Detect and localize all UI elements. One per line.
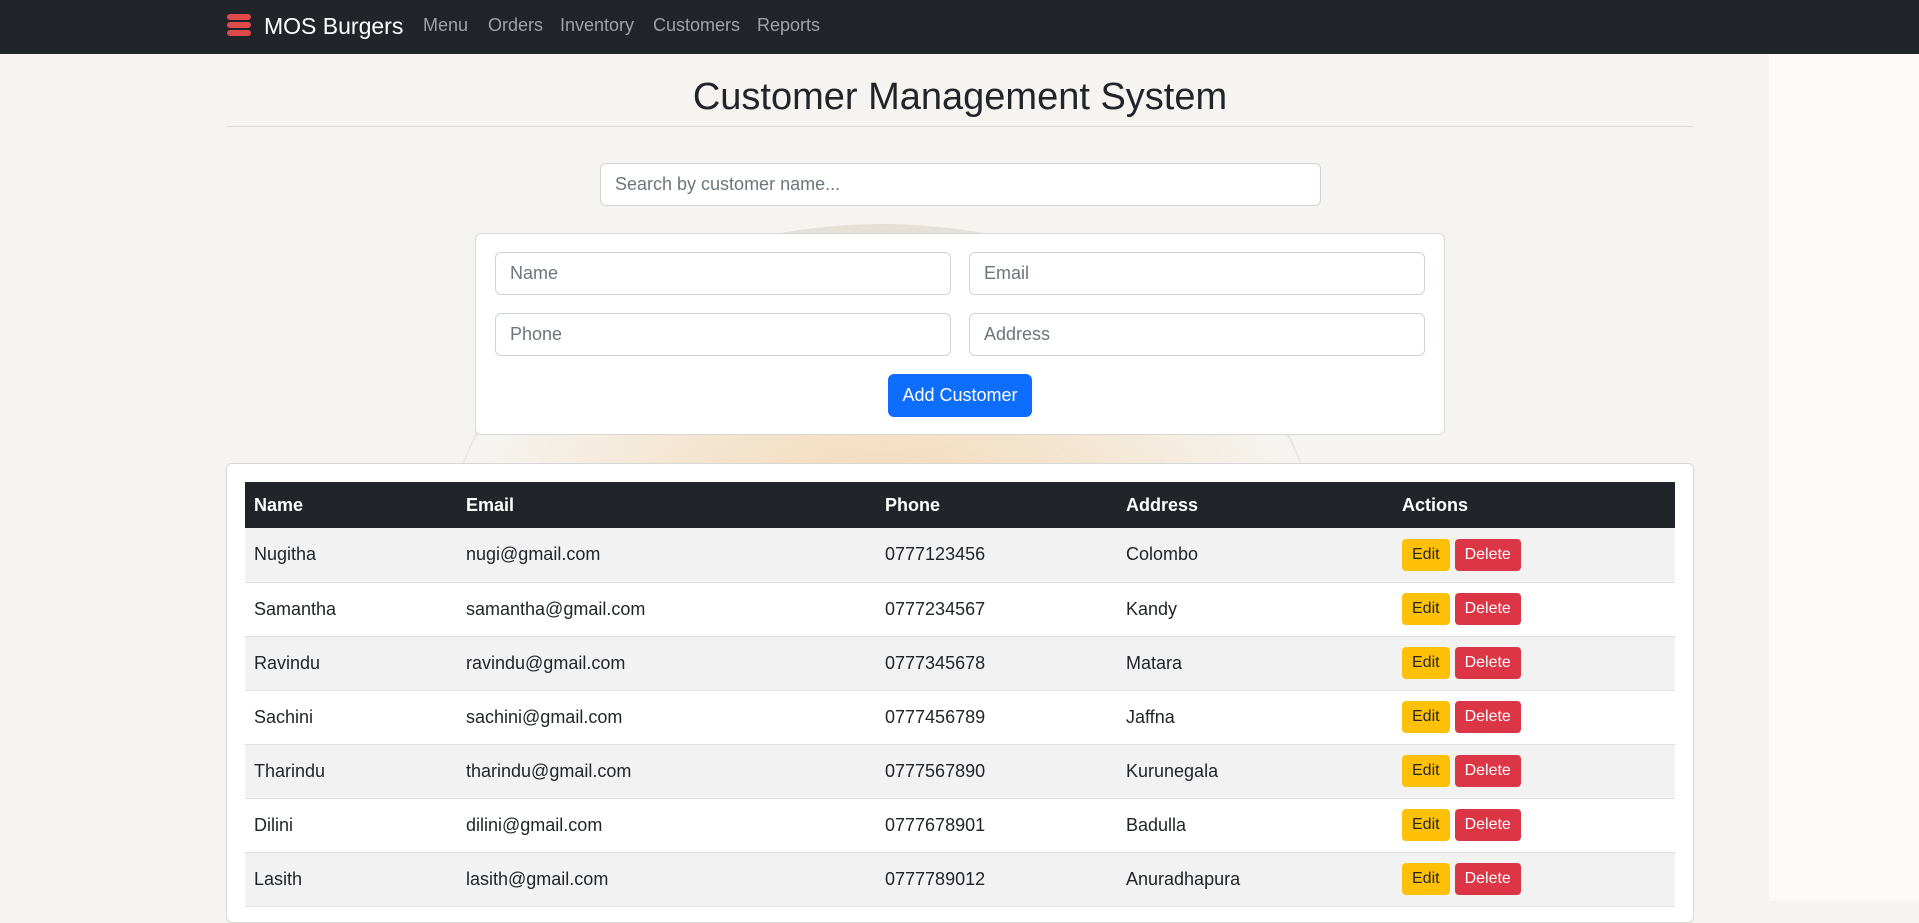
delete-button[interactable]: Delete	[1454, 647, 1521, 679]
cell-email: lasith@gmail.com	[457, 852, 876, 907]
cell-name: Samantha	[245, 582, 457, 637]
edit-button[interactable]: Edit	[1402, 538, 1450, 571]
name-field[interactable]	[495, 252, 951, 295]
edit-button[interactable]: Edit	[1402, 863, 1450, 895]
edit-button[interactable]: Edit	[1402, 593, 1450, 625]
cell-email: ravindu@gmail.com	[457, 636, 876, 691]
cell-phone: 0777234567	[876, 582, 1117, 637]
cell-address: Matara	[1117, 636, 1393, 691]
search-input[interactable]	[600, 163, 1321, 206]
delete-button[interactable]: Delete	[1454, 538, 1521, 571]
edit-button[interactable]: Edit	[1402, 755, 1450, 787]
table-row: Samantha samantha@gmail.com 0777234567 K…	[245, 582, 1675, 637]
cell-address: Kandy	[1117, 582, 1393, 637]
table-row: Lasith lasith@gmail.com 0777789012 Anura…	[245, 852, 1675, 907]
cell-email: samantha@gmail.com	[457, 582, 876, 637]
cell-name: Lasith	[245, 852, 457, 907]
cell-phone: 0777678901	[876, 798, 1117, 853]
nav-link-menu[interactable]: Menu	[423, 14, 468, 36]
edit-button[interactable]: Edit	[1402, 701, 1450, 733]
cell-phone: 0777567890	[876, 744, 1117, 799]
cell-name: Nugitha	[245, 528, 457, 583]
cell-address: Kurunegala	[1117, 744, 1393, 799]
delete-button[interactable]: Delete	[1454, 701, 1521, 733]
cell-phone: 0777345678	[876, 636, 1117, 691]
cell-actions: Edit Delete	[1393, 852, 1675, 907]
nav-link-reports[interactable]: Reports	[757, 14, 820, 36]
cell-actions: Edit Delete	[1393, 636, 1675, 691]
cell-email: sachini@gmail.com	[457, 690, 876, 745]
cell-address: Jaffna	[1117, 690, 1393, 745]
cell-email: dilini@gmail.com	[457, 798, 876, 853]
brand-name[interactable]: MOS Burgers	[264, 12, 403, 40]
delete-button[interactable]: Delete	[1454, 809, 1521, 841]
delete-button[interactable]: Delete	[1454, 863, 1521, 895]
cell-actions: Edit Delete	[1393, 744, 1675, 799]
cell-actions: Edit Delete	[1393, 798, 1675, 853]
delete-button[interactable]: Delete	[1454, 593, 1521, 625]
edit-button[interactable]: Edit	[1402, 647, 1450, 679]
cell-name: Tharindu	[245, 744, 457, 799]
table-row: Sachini sachini@gmail.com 0777456789 Jaf…	[245, 690, 1675, 745]
table-row: Dilini dilini@gmail.com 0777678901 Badul…	[245, 798, 1675, 853]
cell-address: Badulla	[1117, 798, 1393, 853]
cell-actions: Edit Delete	[1393, 690, 1675, 745]
cell-phone: 0777123456	[876, 528, 1117, 583]
nav-link-customers[interactable]: Customers	[653, 14, 740, 36]
cell-name: Dilini	[245, 798, 457, 853]
nav-link-orders[interactable]: Orders	[488, 14, 543, 36]
cell-email: tharindu@gmail.com	[457, 744, 876, 799]
customer-table: Name Email Phone Address Actions Nugitha…	[245, 482, 1675, 907]
column-header-actions: Actions	[1393, 482, 1675, 528]
page-title: Customer Management System	[692, 76, 1228, 118]
table-row: Ravindu ravindu@gmail.com 0777345678 Mat…	[245, 636, 1675, 691]
phone-field[interactable]	[495, 313, 951, 356]
add-customer-button[interactable]: Add Customer	[888, 374, 1032, 417]
top-navbar: MOS Burgers Menu Orders Inventory Custom…	[0, 0, 1919, 54]
cell-address: Anuradhapura	[1117, 852, 1393, 907]
address-field[interactable]	[969, 313, 1425, 356]
column-header-phone: Phone	[876, 482, 1117, 528]
cell-name: Ravindu	[245, 636, 457, 691]
column-header-address: Address	[1117, 482, 1393, 528]
cell-email: nugi@gmail.com	[457, 528, 876, 583]
table-row: Nugitha nugi@gmail.com 0777123456 Colomb…	[245, 528, 1675, 583]
delete-button[interactable]: Delete	[1454, 755, 1521, 787]
table-row: Tharindu tharindu@gmail.com 0777567890 K…	[245, 744, 1675, 799]
edit-button[interactable]: Edit	[1402, 809, 1450, 841]
table-header-row: Name Email Phone Address Actions	[245, 482, 1675, 528]
background-panel	[1769, 54, 1919, 901]
burger-icon	[227, 13, 251, 37]
column-header-name: Name	[245, 482, 457, 528]
table-body: Nugitha nugi@gmail.com 0777123456 Colomb…	[245, 528, 1675, 907]
cell-address: Colombo	[1117, 528, 1393, 583]
email-field[interactable]	[969, 252, 1425, 295]
column-header-email: Email	[457, 482, 876, 528]
title-divider	[226, 126, 1694, 127]
cell-phone: 0777789012	[876, 852, 1117, 907]
cell-phone: 0777456789	[876, 690, 1117, 745]
nav-link-inventory[interactable]: Inventory	[560, 14, 634, 36]
cell-actions: Edit Delete	[1393, 582, 1675, 637]
cell-name: Sachini	[245, 690, 457, 745]
cell-actions: Edit Delete	[1393, 528, 1675, 583]
